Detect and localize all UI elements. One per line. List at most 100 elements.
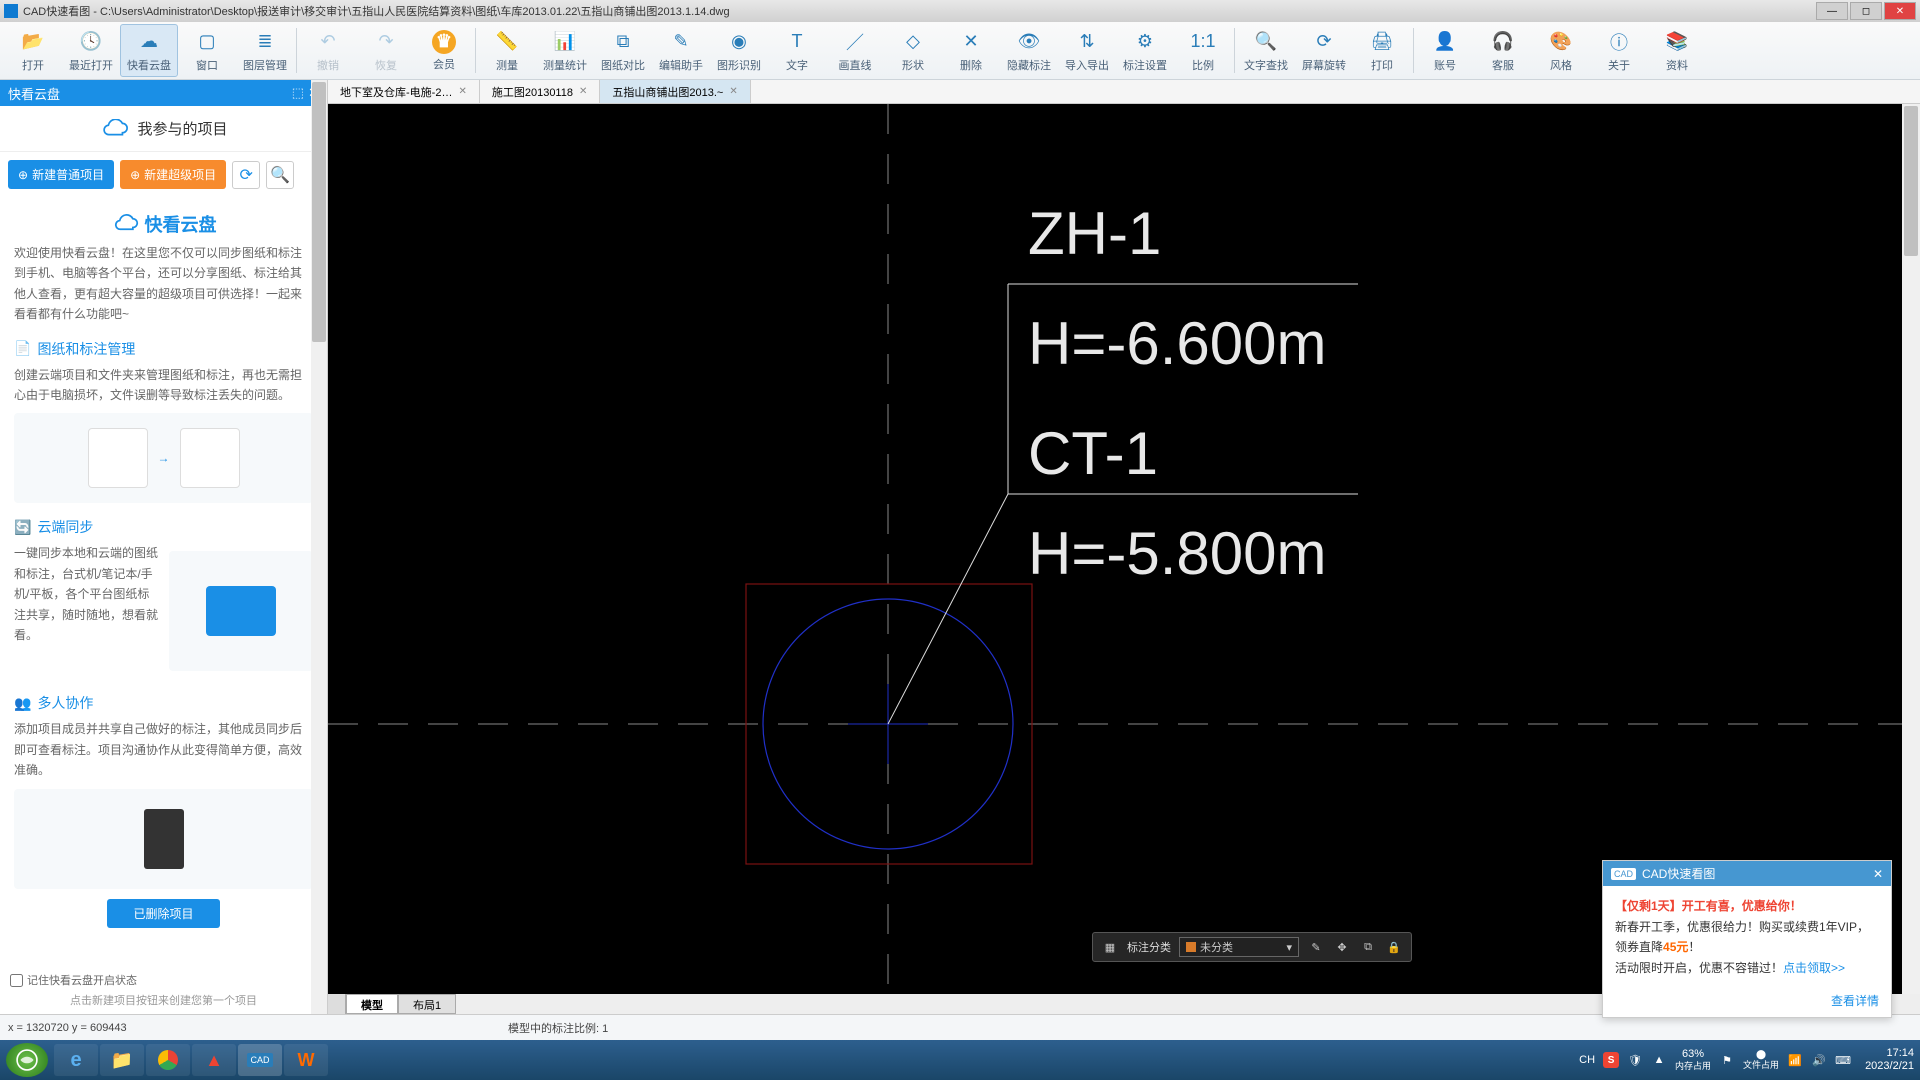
claim-link[interactable]: 点击领取>>: [1783, 961, 1845, 975]
maximize-button[interactable]: ◻: [1850, 2, 1882, 20]
doc-tab[interactable]: 施工图20130118✕: [480, 80, 601, 103]
tool-图形识别[interactable]: ◉图形识别: [710, 24, 768, 77]
tool-风格[interactable]: 🎨风格: [1532, 24, 1590, 77]
tool-最近打开[interactable]: 🕓最近打开: [62, 24, 120, 77]
tool-label: 标注设置: [1123, 57, 1167, 73]
tool-导入导出[interactable]: ⇅导入导出: [1058, 24, 1116, 77]
tool-打印[interactable]: 🖨打印: [1353, 24, 1411, 77]
doc-tab[interactable]: 地下室及仓库-电施-2…✕: [328, 80, 480, 103]
window-title: CAD快速看图 - C:\Users\Administrator\Desktop…: [23, 3, 1814, 19]
tray-keyboard-icon[interactable]: ⌨: [1835, 1052, 1851, 1068]
tool-屏幕旋转[interactable]: ⟳屏幕旋转: [1295, 24, 1353, 77]
canvas-scrollbar[interactable]: [1902, 104, 1920, 994]
system-tray: CH S 🛡 ▲ 63%内存占用 ⚑ ⬤文件占用 📶 🔊 ⌨ 17:142023…: [1579, 1047, 1914, 1073]
app-icon: [4, 4, 18, 18]
tab-model[interactable]: 模型: [346, 994, 398, 1014]
card-sub-3: 🔄云端同步: [14, 517, 313, 537]
tool-icon: ↷: [373, 29, 399, 55]
tray-shield-icon[interactable]: 🛡: [1627, 1052, 1643, 1068]
anno-category-select[interactable]: 未分类▾: [1179, 937, 1299, 957]
tool-label: 图层管理: [243, 57, 287, 73]
tool-文字[interactable]: T文字: [768, 24, 826, 77]
taskbar-app1-icon[interactable]: ▲: [192, 1044, 236, 1076]
tray-sogou-icon[interactable]: S: [1603, 1052, 1619, 1068]
search-button[interactable]: 🔍: [266, 161, 294, 189]
tool-编辑助手[interactable]: ✎编辑助手: [652, 24, 710, 77]
sidebar-title: 快看云盘: [8, 84, 60, 103]
tool-icon: ⟳: [1311, 29, 1337, 55]
tray-clock[interactable]: 17:142023/2/21: [1865, 1047, 1914, 1073]
card-sub-2: 📄图纸和标注管理: [14, 339, 313, 359]
sidebar-scrollbar[interactable]: [311, 80, 327, 1014]
tab-scroll-left[interactable]: [328, 994, 346, 1014]
tab-close-icon[interactable]: ✕: [729, 86, 737, 97]
tray-file[interactable]: ⬤文件占用: [1743, 1049, 1779, 1071]
move-icon[interactable]: ✥: [1333, 938, 1351, 956]
taskbar-ie-icon[interactable]: e: [54, 1044, 98, 1076]
tool-撤销[interactable]: ↶撤销: [299, 24, 357, 77]
sidebar-content: 快看云盘 欢迎使用快看云盘！在这里您不仅可以同步图纸和标注到手机、电脑等各个平台…: [0, 197, 327, 1017]
minimize-button[interactable]: —: [1816, 2, 1848, 20]
tool-图纸对比[interactable]: ⧉图纸对比: [594, 24, 652, 77]
deleted-projects-button[interactable]: 已删除项目: [107, 899, 219, 928]
popup-close-icon[interactable]: ✕: [1873, 867, 1883, 881]
close-button[interactable]: ✕: [1884, 2, 1916, 20]
tool-icon: ⚙: [1132, 29, 1158, 55]
lock-icon[interactable]: 🔒: [1385, 938, 1403, 956]
tool-测量[interactable]: 📏测量: [478, 24, 536, 77]
tool-客服[interactable]: 🎧客服: [1474, 24, 1532, 77]
taskbar-cad-icon[interactable]: CAD: [238, 1044, 282, 1076]
tool-隐藏标注[interactable]: 👁隐藏标注: [1000, 24, 1058, 77]
new-super-project-button[interactable]: ⊕ 新建超级项目: [120, 160, 226, 189]
new-project-button[interactable]: ⊕ 新建普通项目: [8, 160, 114, 189]
tool-画直线[interactable]: ／画直线: [826, 24, 884, 77]
tool-打开[interactable]: 📂打开: [4, 24, 62, 77]
tab-close-icon[interactable]: ✕: [458, 86, 466, 97]
tool-icon: 👤: [1432, 29, 1458, 55]
tab-layout1[interactable]: 布局1: [398, 994, 456, 1014]
tool-icon: ≣: [252, 29, 278, 55]
tool-icon: 🎧: [1490, 29, 1516, 55]
tool-账号[interactable]: 👤账号: [1416, 24, 1474, 77]
copy-icon[interactable]: ⧉: [1359, 938, 1377, 956]
cloud-icon: [99, 119, 129, 139]
doc-tab[interactable]: 五指山商铺出图2013.~ ✕: [600, 80, 750, 103]
tool-恢复[interactable]: ↷恢复: [357, 24, 415, 77]
tool-删除[interactable]: ✕删除: [942, 24, 1000, 77]
start-button[interactable]: [6, 1043, 48, 1077]
tool-形状[interactable]: ◇形状: [884, 24, 942, 77]
remember-checkbox[interactable]: 记住快看云盘开启状态: [10, 972, 317, 988]
edit-icon[interactable]: ✎: [1307, 938, 1325, 956]
sidebar-pin-icon[interactable]: ⬚: [292, 85, 304, 101]
tool-label: 风格: [1550, 57, 1572, 73]
tray-up-icon[interactable]: ▲: [1651, 1052, 1667, 1068]
tool-资料[interactable]: 📚资料: [1648, 24, 1706, 77]
tool-关于[interactable]: ⓘ关于: [1590, 24, 1648, 77]
tool-窗口[interactable]: ▢窗口: [178, 24, 236, 77]
taskbar-explorer-icon[interactable]: 📁: [100, 1044, 144, 1076]
tool-快看云盘[interactable]: ☁快看云盘: [120, 24, 178, 77]
tray-net-icon[interactable]: 📶: [1787, 1052, 1803, 1068]
tab-label: 五指山商铺出图2013.~: [612, 84, 723, 100]
tray-lang[interactable]: CH: [1579, 1054, 1595, 1066]
tool-测量统计[interactable]: 📊测量统计: [536, 24, 594, 77]
refresh-button[interactable]: ⟳: [232, 161, 260, 189]
tool-会员[interactable]: ♛会员: [415, 24, 473, 77]
card-text-3: 一键同步本地和云端的图纸和标注，台式机/笔记本/手机/平板，各个平台图纸标注共享…: [14, 543, 159, 679]
tray-mem[interactable]: 63%内存占用: [1675, 1048, 1711, 1072]
tray-vol-icon[interactable]: 🔊: [1811, 1052, 1827, 1068]
tool-文字查找[interactable]: 🔍文字查找: [1237, 24, 1295, 77]
taskbar-chrome-icon[interactable]: [146, 1044, 190, 1076]
titlebar: CAD快速看图 - C:\Users\Administrator\Desktop…: [0, 0, 1920, 22]
tray-flag-icon[interactable]: ⚑: [1719, 1052, 1735, 1068]
tool-标注设置[interactable]: ⚙ 标注设置: [1116, 24, 1174, 77]
tool-label: 文字查找: [1244, 57, 1288, 73]
tool-图层管理[interactable]: ≣ 图层管理: [236, 24, 294, 77]
grid-icon[interactable]: ▦: [1101, 938, 1119, 956]
tool-label: 测量统计: [543, 57, 587, 73]
taskbar-wps-icon[interactable]: W: [284, 1044, 328, 1076]
tool-比例[interactable]: 1:1比例: [1174, 24, 1232, 77]
tab-close-icon[interactable]: ✕: [579, 86, 587, 97]
more-link[interactable]: 查看详情: [1831, 994, 1879, 1008]
tool-label: 打印: [1371, 57, 1393, 73]
